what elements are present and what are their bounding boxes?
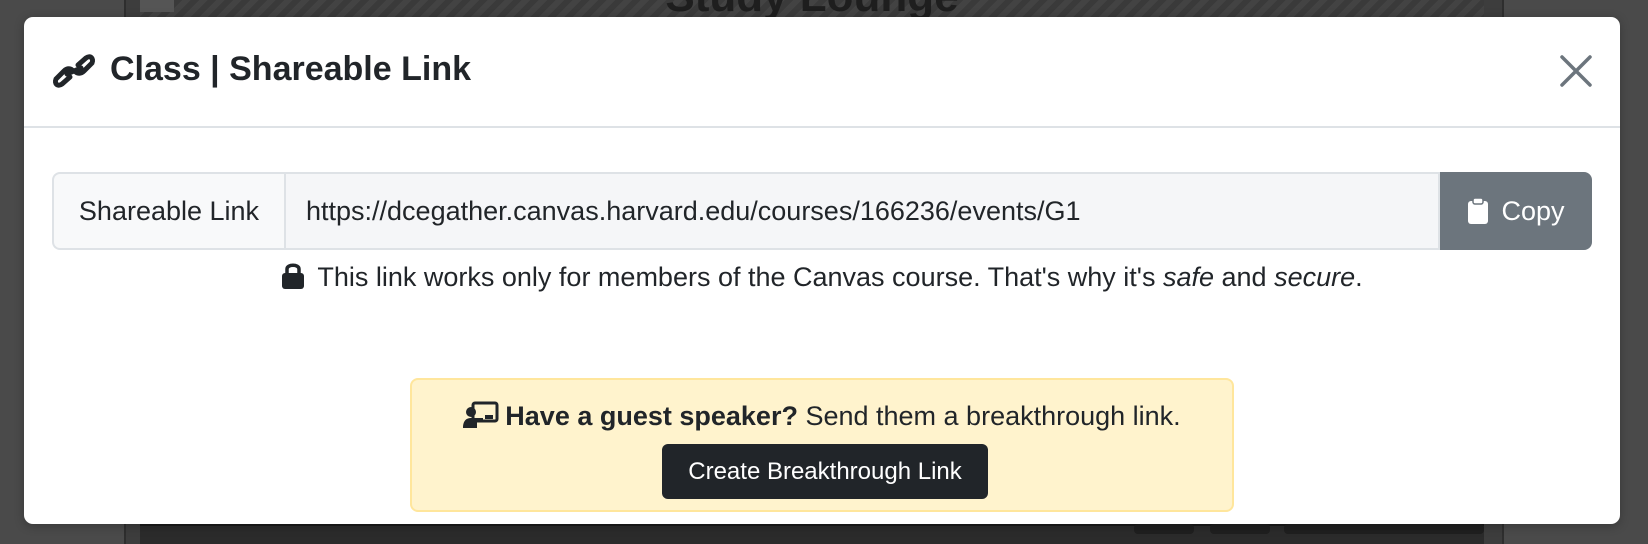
- guest-speaker-instructions: Send them a breakthrough link.: [797, 401, 1181, 431]
- guest-speaker-question: Have a guest speaker?: [505, 401, 798, 431]
- note-text: This link works only for members of the …: [317, 262, 1163, 292]
- copy-button[interactable]: Copy: [1440, 172, 1592, 250]
- close-icon: [1560, 55, 1592, 87]
- link-icon: [52, 53, 96, 89]
- modal-header: Class | Shareable Link: [24, 17, 1620, 128]
- copy-button-label: Copy: [1501, 195, 1565, 226]
- background-logo: [140, 0, 174, 12]
- background-footer: [140, 524, 1484, 544]
- clipboard-icon: [1467, 197, 1489, 225]
- background-footer-button: [1134, 524, 1194, 534]
- create-breakthrough-link-button[interactable]: Create Breakthrough Link: [662, 444, 988, 499]
- shareable-link-modal: Class | Shareable Link Shareable Link Co…: [24, 17, 1620, 524]
- background-footer-button: [1210, 524, 1270, 534]
- lock-icon: [281, 260, 305, 289]
- note-and: and: [1214, 262, 1275, 292]
- guest-speaker-text: Have a guest speaker? Send them a breakt…: [412, 398, 1232, 434]
- shareable-link-group: Shareable Link Copy: [52, 172, 1592, 250]
- close-button[interactable]: [1556, 51, 1596, 91]
- note-secure: secure: [1274, 262, 1356, 292]
- modal-body: Shareable Link Copy This link works only: [24, 128, 1620, 524]
- guest-speaker-alert: Have a guest speaker? Send them a breakt…: [410, 378, 1234, 512]
- background-footer-button: [1284, 524, 1484, 534]
- modal-title: Class | Shareable Link: [110, 50, 472, 88]
- shareable-link-label: Shareable Link: [52, 172, 284, 250]
- note-period: .: [1355, 262, 1363, 292]
- speaker-icon: [463, 401, 499, 429]
- note-safe: safe: [1162, 262, 1215, 292]
- security-note: This link works only for members of the …: [24, 257, 1620, 297]
- shareable-link-input[interactable]: [284, 172, 1440, 250]
